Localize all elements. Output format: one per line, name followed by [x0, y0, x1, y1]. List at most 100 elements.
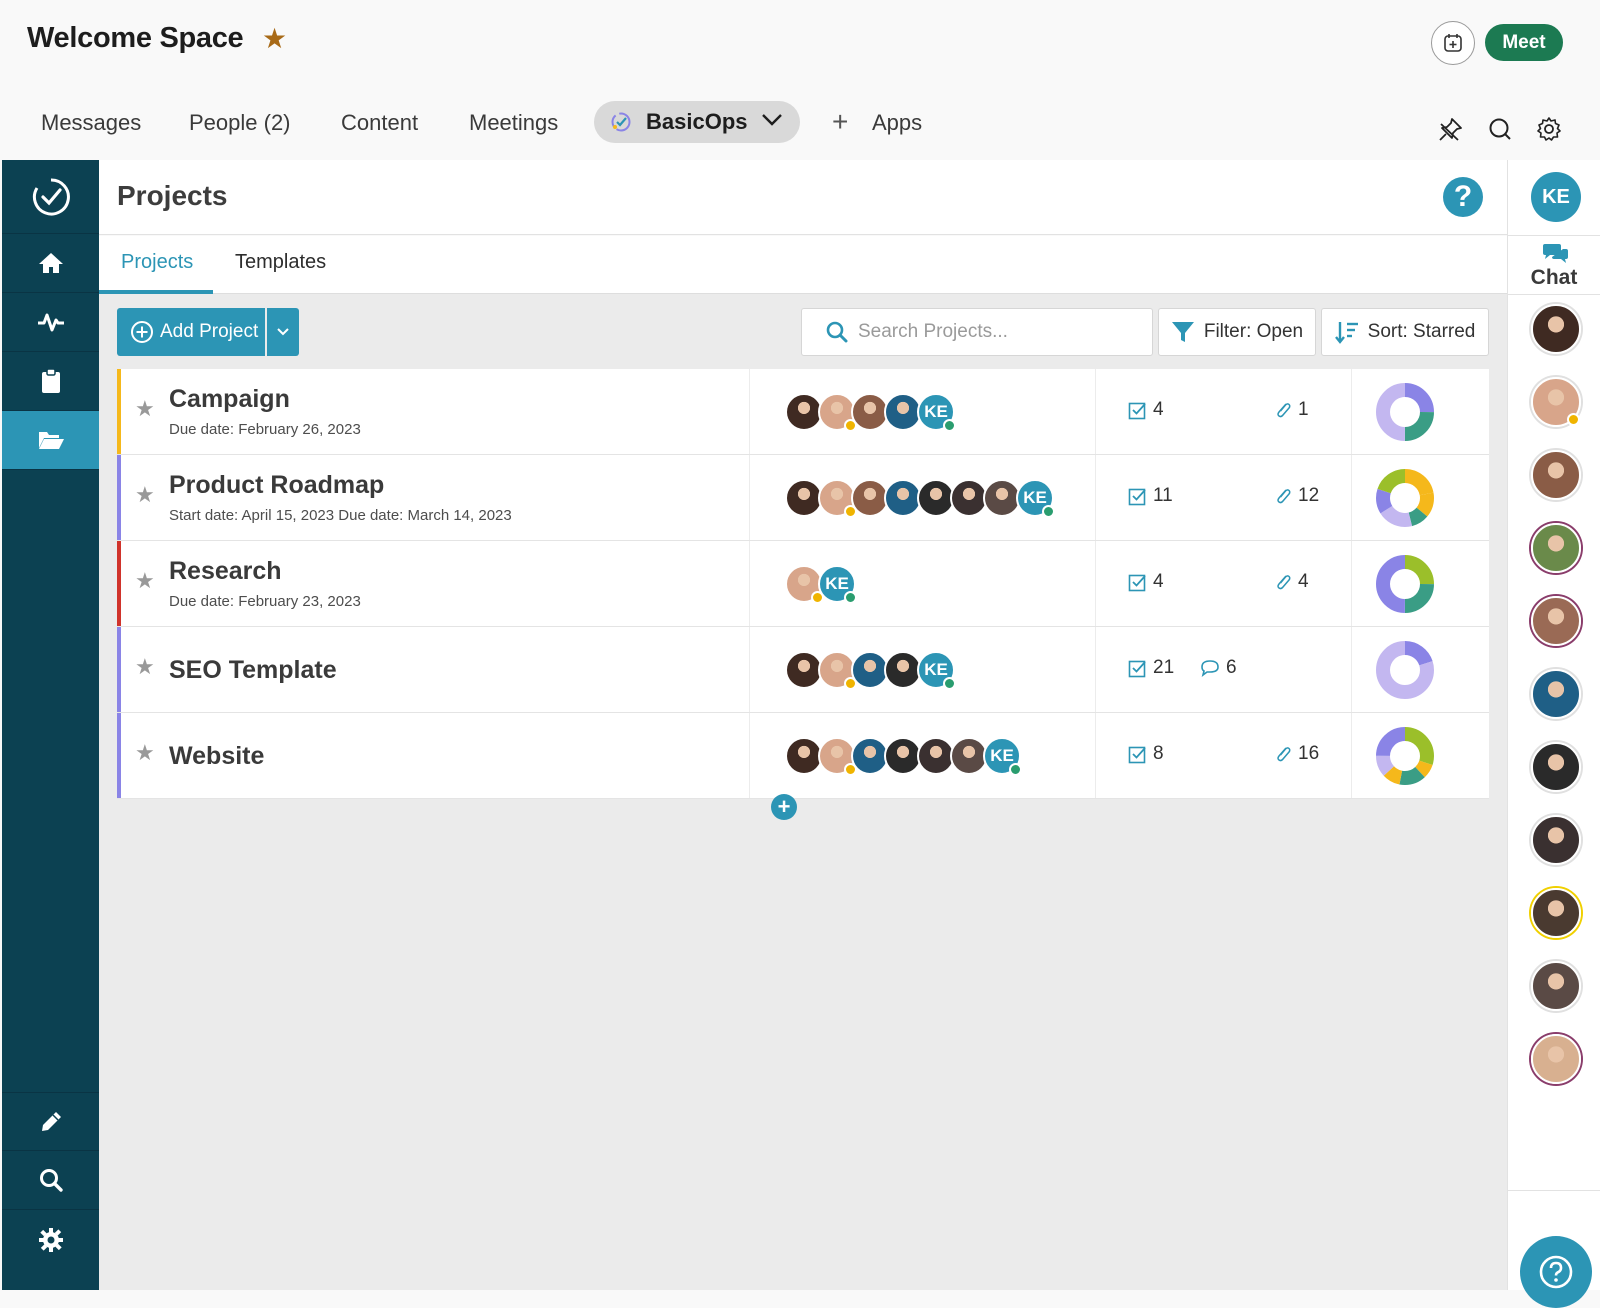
tab-people[interactable]: People (2): [189, 110, 291, 136]
filter-button[interactable]: Filter: Open: [1158, 308, 1316, 356]
project-name[interactable]: Campaign: [169, 385, 290, 414]
progress-donut[interactable]: [1375, 554, 1435, 614]
sort-button[interactable]: Sort: Starred: [1321, 308, 1489, 356]
search-input[interactable]: [858, 321, 1138, 343]
add-calendar-button[interactable]: [1431, 21, 1475, 65]
attachments-stat-count: 4: [1298, 571, 1309, 592]
star-icon[interactable]: ★: [135, 396, 155, 422]
paperclip-icon: [1277, 747, 1291, 762]
sidebar-item-projects[interactable]: [2, 411, 99, 470]
column-divider: [749, 627, 750, 712]
comments-stat[interactable]: 6: [1200, 657, 1237, 679]
chat-contact-avatar[interactable]: [1531, 888, 1581, 938]
left-sidebar: [2, 160, 99, 1290]
meet-button[interactable]: Meet: [1485, 24, 1563, 61]
progress-donut[interactable]: [1375, 382, 1435, 442]
tasks-stat[interactable]: 4: [1128, 399, 1164, 421]
chat-contact-avatar[interactable]: [1531, 961, 1581, 1011]
chat-contact-avatar[interactable]: [1531, 815, 1581, 865]
star-icon[interactable]: ★: [135, 654, 155, 680]
tab-content[interactable]: Content: [341, 110, 418, 136]
favorite-star-icon[interactable]: ★: [262, 22, 287, 55]
checkbox-icon: [1128, 746, 1146, 763]
sidebar-item-settings[interactable]: [2, 1210, 99, 1269]
star-icon[interactable]: ★: [135, 482, 155, 508]
chat-contact-avatar[interactable]: [1531, 596, 1581, 646]
project-row[interactable]: ★ Website KE 8 16: [117, 713, 1489, 799]
chat-contact-avatar[interactable]: [1531, 523, 1581, 573]
column-divider: [749, 541, 750, 626]
basicops-home-logo[interactable]: [2, 160, 99, 234]
plus-circle-icon: [131, 321, 153, 343]
tasks-stat[interactable]: 8: [1128, 743, 1164, 765]
unpin-icon[interactable]: [1438, 116, 1464, 142]
tasks-stat[interactable]: 11: [1128, 485, 1173, 507]
add-project-label: Add Project: [160, 321, 259, 342]
gear-icon: [38, 1227, 63, 1252]
gear-icon[interactable]: [1536, 116, 1562, 142]
presence-dot: [844, 677, 857, 690]
tab-projects[interactable]: Projects: [121, 251, 193, 274]
tasks-stat-count: 8: [1153, 743, 1164, 764]
help-question-icon[interactable]: ?: [1443, 177, 1483, 217]
project-name[interactable]: Website: [169, 742, 264, 771]
help-button[interactable]: [1520, 1236, 1592, 1308]
progress-donut[interactable]: [1375, 468, 1435, 528]
project-row[interactable]: ★ Campaign Due date: February 26, 2023 KE 4 1: [117, 369, 1489, 455]
star-icon[interactable]: ★: [135, 568, 155, 594]
attachments-stat[interactable]: 12: [1274, 485, 1319, 507]
chevron-down-icon[interactable]: [761, 112, 783, 128]
progress-donut[interactable]: [1375, 640, 1435, 700]
tab-meetings[interactable]: Meetings: [469, 110, 558, 136]
tasks-stat[interactable]: 21: [1128, 657, 1174, 679]
project-row[interactable]: ★ Research Due date: February 23, 2023 KE 4 4: [117, 541, 1489, 627]
presence-dot: [1042, 505, 1055, 518]
add-project-button[interactable]: Add Project: [117, 308, 265, 356]
column-divider: [1351, 369, 1352, 454]
column-divider: [749, 455, 750, 540]
comments-stat-count: 6: [1226, 657, 1237, 678]
project-row[interactable]: ★ SEO Template KE 21 6: [117, 627, 1489, 713]
column-divider: [1351, 713, 1352, 798]
chevron-down-icon: [277, 328, 289, 336]
checkbox-icon: [1128, 488, 1146, 505]
chat-label: Chat: [1530, 266, 1578, 289]
sidebar-item-edit[interactable]: [2, 1092, 99, 1151]
attachments-stat[interactable]: 16: [1274, 743, 1319, 765]
sidebar-item-search[interactable]: [2, 1151, 99, 1210]
attachments-stat[interactable]: 4: [1274, 571, 1309, 593]
right-rail: KE Chat: [1507, 160, 1600, 1308]
add-project-dropdown[interactable]: [267, 308, 299, 356]
project-name[interactable]: SEO Template: [169, 656, 337, 685]
sidebar-item-home[interactable]: [2, 234, 99, 293]
user-avatar[interactable]: KE: [1531, 172, 1581, 222]
chat-contact-avatar[interactable]: [1531, 669, 1581, 719]
add-project-row-icon[interactable]: +: [771, 794, 797, 820]
project-color-bar: [117, 455, 121, 540]
basicops-logo-icon: [611, 112, 631, 132]
chat-contact-avatar[interactable]: [1531, 304, 1581, 354]
sort-icon: [1334, 322, 1358, 344]
project-name[interactable]: Research: [169, 557, 282, 586]
chat-contact-avatar[interactable]: [1531, 450, 1581, 500]
project-name[interactable]: Product Roadmap: [169, 471, 384, 500]
star-icon[interactable]: ★: [135, 740, 155, 766]
tab-messages[interactable]: Messages: [41, 110, 141, 136]
search-icon[interactable]: [1487, 116, 1513, 142]
tab-apps[interactable]: Apps: [872, 110, 922, 136]
project-row[interactable]: ★ Product Roadmap Start date: April 15, 20…: [117, 455, 1489, 541]
project-color-bar: [117, 541, 121, 626]
sidebar-item-activity[interactable]: [2, 293, 99, 352]
add-app-plus-icon[interactable]: +: [832, 108, 848, 136]
progress-donut[interactable]: [1375, 726, 1435, 786]
sidebar-item-tasks[interactable]: [2, 352, 99, 411]
tasks-stat[interactable]: 4: [1128, 571, 1164, 593]
chat-toggle[interactable]: Chat: [1508, 235, 1600, 295]
chat-contact-avatar[interactable]: [1531, 742, 1581, 792]
tab-templates[interactable]: Templates: [235, 251, 326, 274]
space-title: Welcome Space: [27, 22, 244, 54]
presence-dot: [943, 677, 956, 690]
calendar-plus-icon: [1444, 34, 1462, 52]
chat-contact-avatar[interactable]: [1531, 1034, 1581, 1084]
attachments-stat[interactable]: 1: [1274, 399, 1309, 421]
